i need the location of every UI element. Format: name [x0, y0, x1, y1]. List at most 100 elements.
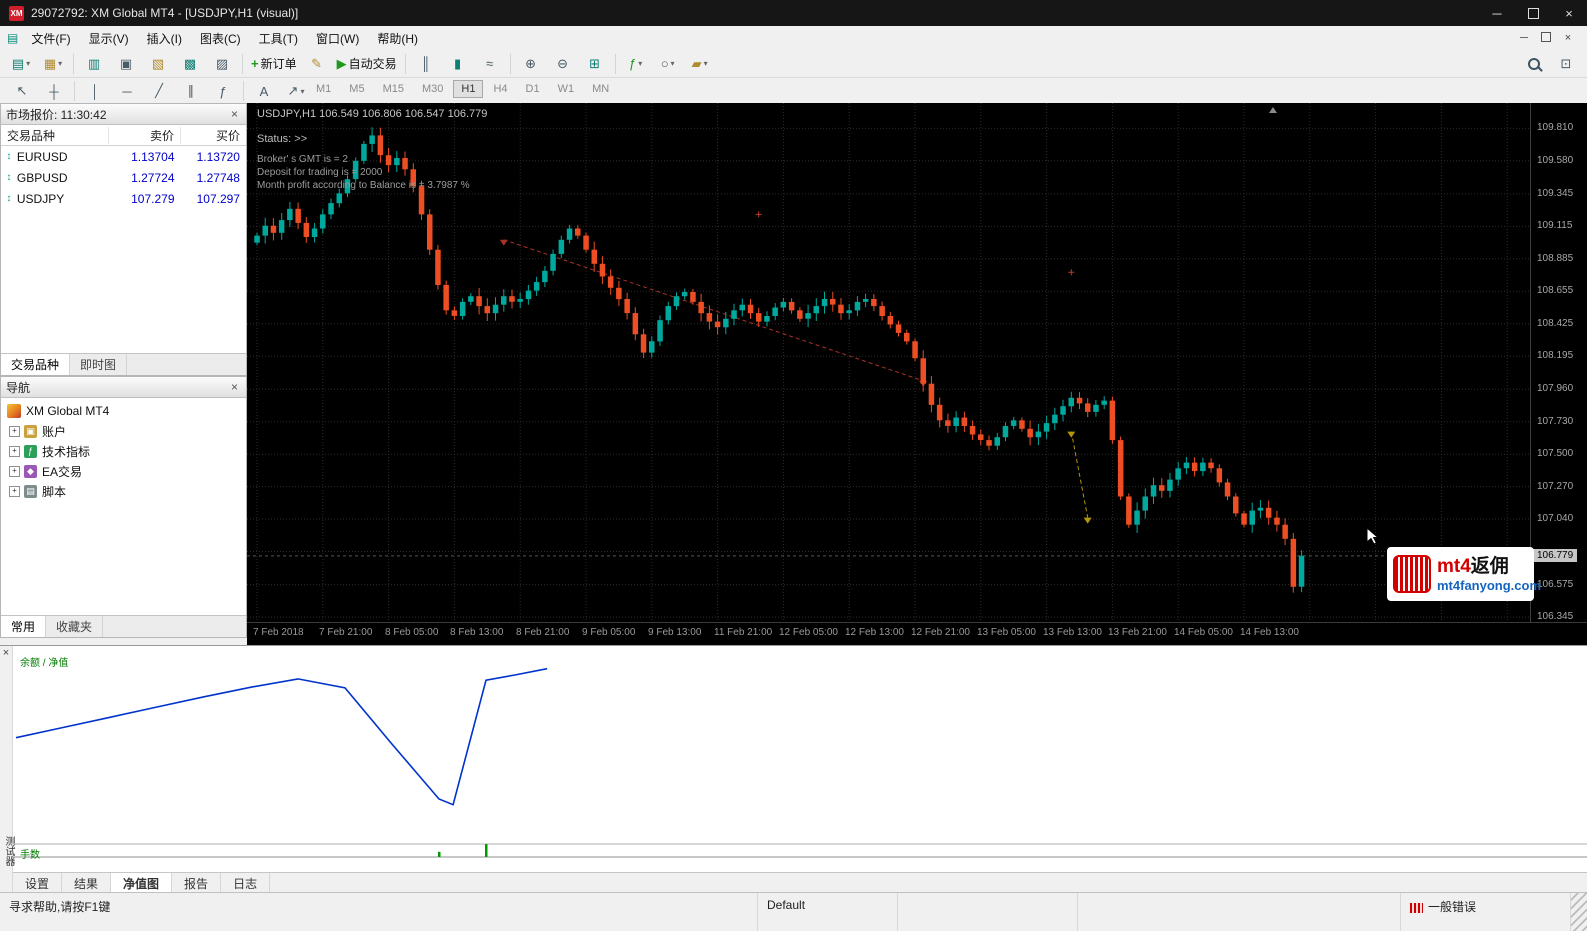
line-chart-button[interactable]: ≈ [474, 52, 506, 76]
strategy-tester-panel: × 测试器 余额 / 净值 手数 10624103921016099299697… [0, 645, 1587, 894]
chart-minimize-button[interactable]: ─ [1513, 32, 1535, 44]
tile-windows-button[interactable]: ⊞ [579, 52, 611, 76]
zoom-in-button[interactable]: ⊕ [515, 52, 547, 76]
timeframe-button-D1[interactable]: D1 [518, 80, 548, 98]
navigator-item-账户[interactable]: + ▣ 账户 [1, 421, 246, 441]
tester-tab-报告[interactable]: 报告 [172, 873, 222, 894]
resize-grip[interactable] [1571, 893, 1587, 931]
new-chart-button[interactable]: ▤ ▾ [5, 52, 37, 76]
bar-chart-button[interactable]: ║ [410, 52, 442, 76]
expand-plus-icon[interactable]: + [9, 445, 20, 457]
navigator-item-技术指标[interactable]: + ƒ 技术指标 [1, 441, 246, 461]
strategy-tester-icon: ▨ [215, 55, 229, 71]
find-symbol-button[interactable] [1518, 52, 1550, 76]
navigator-tab-收藏夹[interactable]: 收藏夹 [46, 616, 104, 637]
chart-options-icon: ⊡ [1560, 55, 1572, 71]
fibonacci-tool-button[interactable]: ƒ [207, 79, 239, 103]
chart-shift-marker[interactable] [1269, 107, 1277, 113]
navigator-item-脚本[interactable]: + ▤ 脚本 [1, 481, 246, 501]
tester-tab-结果[interactable]: 结果 [62, 873, 112, 894]
status-connection[interactable]: 一般错误 [1401, 893, 1571, 931]
crosshair-tool-button[interactable]: ┼ [38, 79, 70, 103]
timeframe-button-H4[interactable]: H4 [485, 80, 515, 98]
timeframe-button-H1[interactable]: H1 [453, 80, 484, 98]
timeframe-button-M5[interactable]: M5 [341, 80, 372, 98]
time-axis-label: 9 Feb 05:00 [582, 627, 636, 638]
navigator-tab-常用[interactable]: 常用 [1, 616, 47, 637]
maximize-button[interactable] [1515, 0, 1551, 26]
market-watch-row[interactable]: ↕ EURUSD 1.13704 1.13720 [1, 146, 246, 167]
horizontal-line-tool-button[interactable]: ─ [111, 79, 143, 103]
vertical-line-tool-button[interactable]: │ [79, 79, 111, 103]
timeframe-button-M30[interactable]: M30 [414, 80, 451, 98]
tester-tab-设置[interactable]: 设置 [13, 873, 63, 894]
autotrading-button[interactable]: ▶ 自动交易 [333, 52, 401, 76]
time-axis-label: 8 Feb 05:00 [385, 627, 439, 638]
navigator-button[interactable]: ▧ [142, 52, 174, 76]
toolbar-separator [614, 53, 616, 74]
text-tool-button[interactable]: A [248, 79, 280, 103]
tester-tab-净值图[interactable]: 净值图 [111, 873, 173, 894]
data-window-icon: ▣ [119, 55, 133, 71]
profiles-button[interactable]: ▦ ▾ [37, 52, 69, 76]
periods-button[interactable]: ○ ▾ [652, 52, 684, 76]
menu-item-insert[interactable]: 插入(I) [138, 27, 191, 50]
menu-item-view[interactable]: 显示(V) [80, 27, 138, 50]
market-watch-row[interactable]: ↕ GBPUSD 1.27724 1.27748 [1, 167, 246, 188]
close-button[interactable]: × [1551, 0, 1587, 26]
indicators-button[interactable]: ƒ ▾ [620, 52, 652, 76]
mt4fanyong-watermark: mt4返佣 mt4fanyong.com [1387, 547, 1541, 601]
tester-tab-日志[interactable]: 日志 [221, 873, 271, 894]
navigator-root-item[interactable]: XM Global MT4 [1, 401, 246, 421]
dropdown-icon: ▾ [26, 59, 31, 68]
metaeditor-button[interactable]: ✎ [301, 52, 333, 76]
menu-item-charts[interactable]: 图表(C) [191, 27, 250, 50]
trendline-tool-button[interactable]: ╱ [143, 79, 175, 103]
menu-item-help[interactable]: 帮助(H) [368, 27, 427, 50]
timeframe-button-M1[interactable]: M1 [308, 80, 339, 98]
expand-plus-icon[interactable]: + [9, 485, 20, 497]
status-profile[interactable]: Default [758, 893, 898, 931]
time-axis: 7 Feb 2018 7 Feb 21:00 8 Feb 05:00 8 Feb 13… [247, 622, 1587, 646]
menu-item-window[interactable]: 窗口(W) [307, 27, 368, 50]
timeframe-button-M15[interactable]: M15 [375, 80, 412, 98]
time-axis-label: 13 Feb 21:00 [1108, 627, 1167, 638]
terminal-button[interactable]: ▩ [174, 52, 206, 76]
navigator-tabs: 常用 收藏夹 [1, 615, 246, 637]
market-watch-tab-交易品种[interactable]: 交易品种 [1, 354, 71, 375]
channel-tool-button[interactable]: ∥ [175, 79, 207, 103]
market-watch-button[interactable]: ▥ [78, 52, 110, 76]
timeframe-button-W1[interactable]: W1 [550, 80, 583, 98]
chart-window[interactable]: USDJPY,H1 106.549 106.806 106.547 106.77… [247, 103, 1587, 646]
chart-restore-button[interactable] [1535, 31, 1557, 45]
time-axis-label: 14 Feb 13:00 [1240, 627, 1299, 638]
time-axis-label: 9 Feb 13:00 [648, 627, 702, 638]
navigator-item-EA交易[interactable]: + ◆ EA交易 [1, 461, 246, 481]
dropdown-icon: ▾ [638, 59, 643, 68]
navigator-close-button[interactable]: × [228, 380, 241, 394]
dropdown-icon: ▾ [300, 86, 305, 96]
minimize-button[interactable]: ─ [1479, 0, 1515, 26]
menu-item-file[interactable]: 文件(F) [22, 27, 79, 50]
equity-chart[interactable] [13, 646, 1587, 872]
timeframe-button-MN[interactable]: MN [584, 80, 617, 98]
templates-button[interactable]: ▰ ▾ [684, 52, 716, 76]
market-watch-tab-即时图[interactable]: 即时图 [70, 354, 128, 375]
menu-item-tools[interactable]: 工具(T) [250, 27, 307, 50]
expand-plus-icon[interactable]: + [9, 465, 20, 477]
strategy-tester-button[interactable]: ▨ [206, 52, 238, 76]
chart-close-button[interactable]: × [1557, 32, 1579, 44]
market-watch-close-button[interactable]: × [228, 107, 241, 121]
data-window-button[interactable]: ▣ [110, 52, 142, 76]
market-watch-row[interactable]: ↕ USDJPY 107.279 107.297 [1, 188, 246, 209]
tester-close-button[interactable]: × [0, 646, 12, 659]
expand-plus-icon[interactable]: + [9, 425, 20, 437]
status-error-text: 一般错误 [1428, 900, 1477, 914]
new-order-button[interactable]: + 新订单 [247, 52, 301, 76]
candlestick-chart-button[interactable]: ▮ [442, 52, 474, 76]
chart-options-button[interactable]: ⊡ [1550, 52, 1582, 76]
zoom-out-button[interactable]: ⊖ [547, 52, 579, 76]
price-scale-label: 107.960 [1537, 383, 1574, 394]
ask-price: 107.297 [196, 191, 240, 206]
cursor-tool-button[interactable]: ↖ [6, 79, 38, 103]
